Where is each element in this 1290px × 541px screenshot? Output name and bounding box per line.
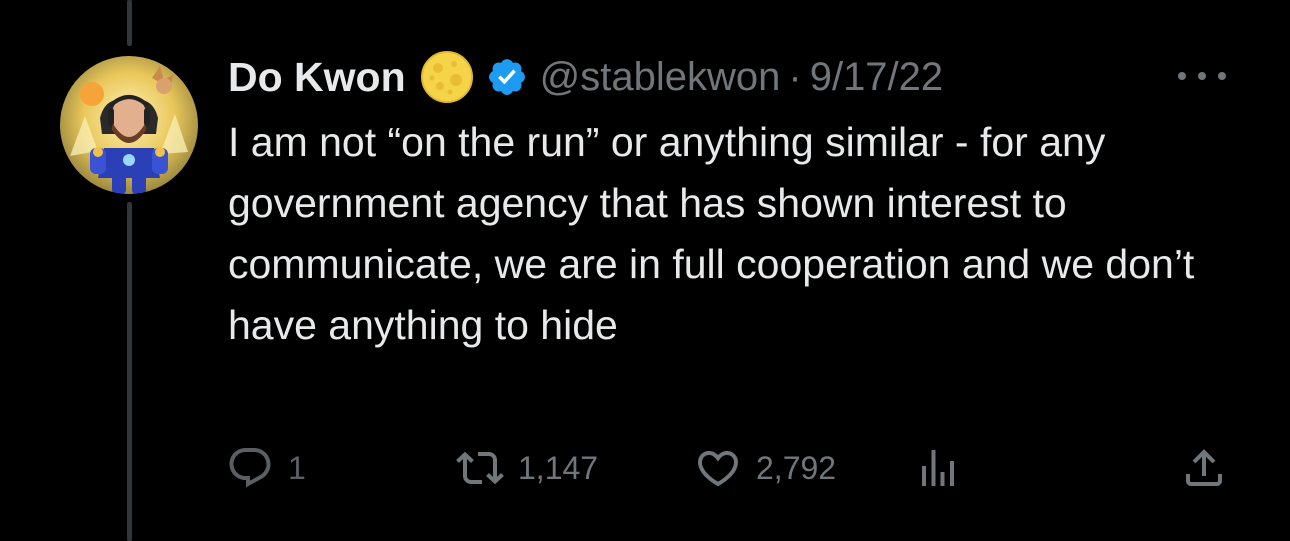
more-dot — [1178, 72, 1186, 80]
author-handle[interactable]: @stablekwon — [540, 55, 781, 100]
reply-bubble-icon — [226, 444, 274, 492]
share-button[interactable] — [1180, 440, 1228, 496]
display-name[interactable]: Do Kwon — [228, 54, 406, 101]
tweet-text: I am not “on the run” or anything simila… — [228, 119, 1195, 348]
analytics-button[interactable] — [914, 440, 962, 496]
heart-icon — [694, 444, 742, 492]
like-count: 2,792 — [756, 449, 837, 486]
more-dot — [1198, 72, 1206, 80]
full-moon-emoji-icon — [420, 50, 474, 104]
tweet-header: Do Kwon @stablekwon · 9/17/22 — [228, 48, 943, 106]
like-button[interactable]: 2,792 — [694, 440, 836, 496]
more-horizontal-icon[interactable] — [1178, 64, 1226, 88]
tweet-date[interactable]: 9/17/22 — [810, 55, 943, 100]
header-separator: · — [788, 54, 802, 99]
analytics-bars-icon — [914, 444, 962, 492]
avatar[interactable] — [60, 56, 198, 194]
tweet-actions: 1 1,147 2,792 — [0, 440, 1290, 496]
retweet-button[interactable]: 1,147 — [456, 440, 598, 496]
retweet-icon — [456, 444, 504, 492]
thread-line-top — [127, 0, 132, 46]
verified-badge-icon — [486, 56, 528, 98]
more-dot — [1218, 72, 1226, 80]
reply-button[interactable]: 1 — [226, 440, 306, 496]
reply-count: 1 — [288, 449, 306, 486]
share-upload-icon — [1180, 444, 1228, 492]
retweet-count: 1,147 — [518, 449, 599, 486]
